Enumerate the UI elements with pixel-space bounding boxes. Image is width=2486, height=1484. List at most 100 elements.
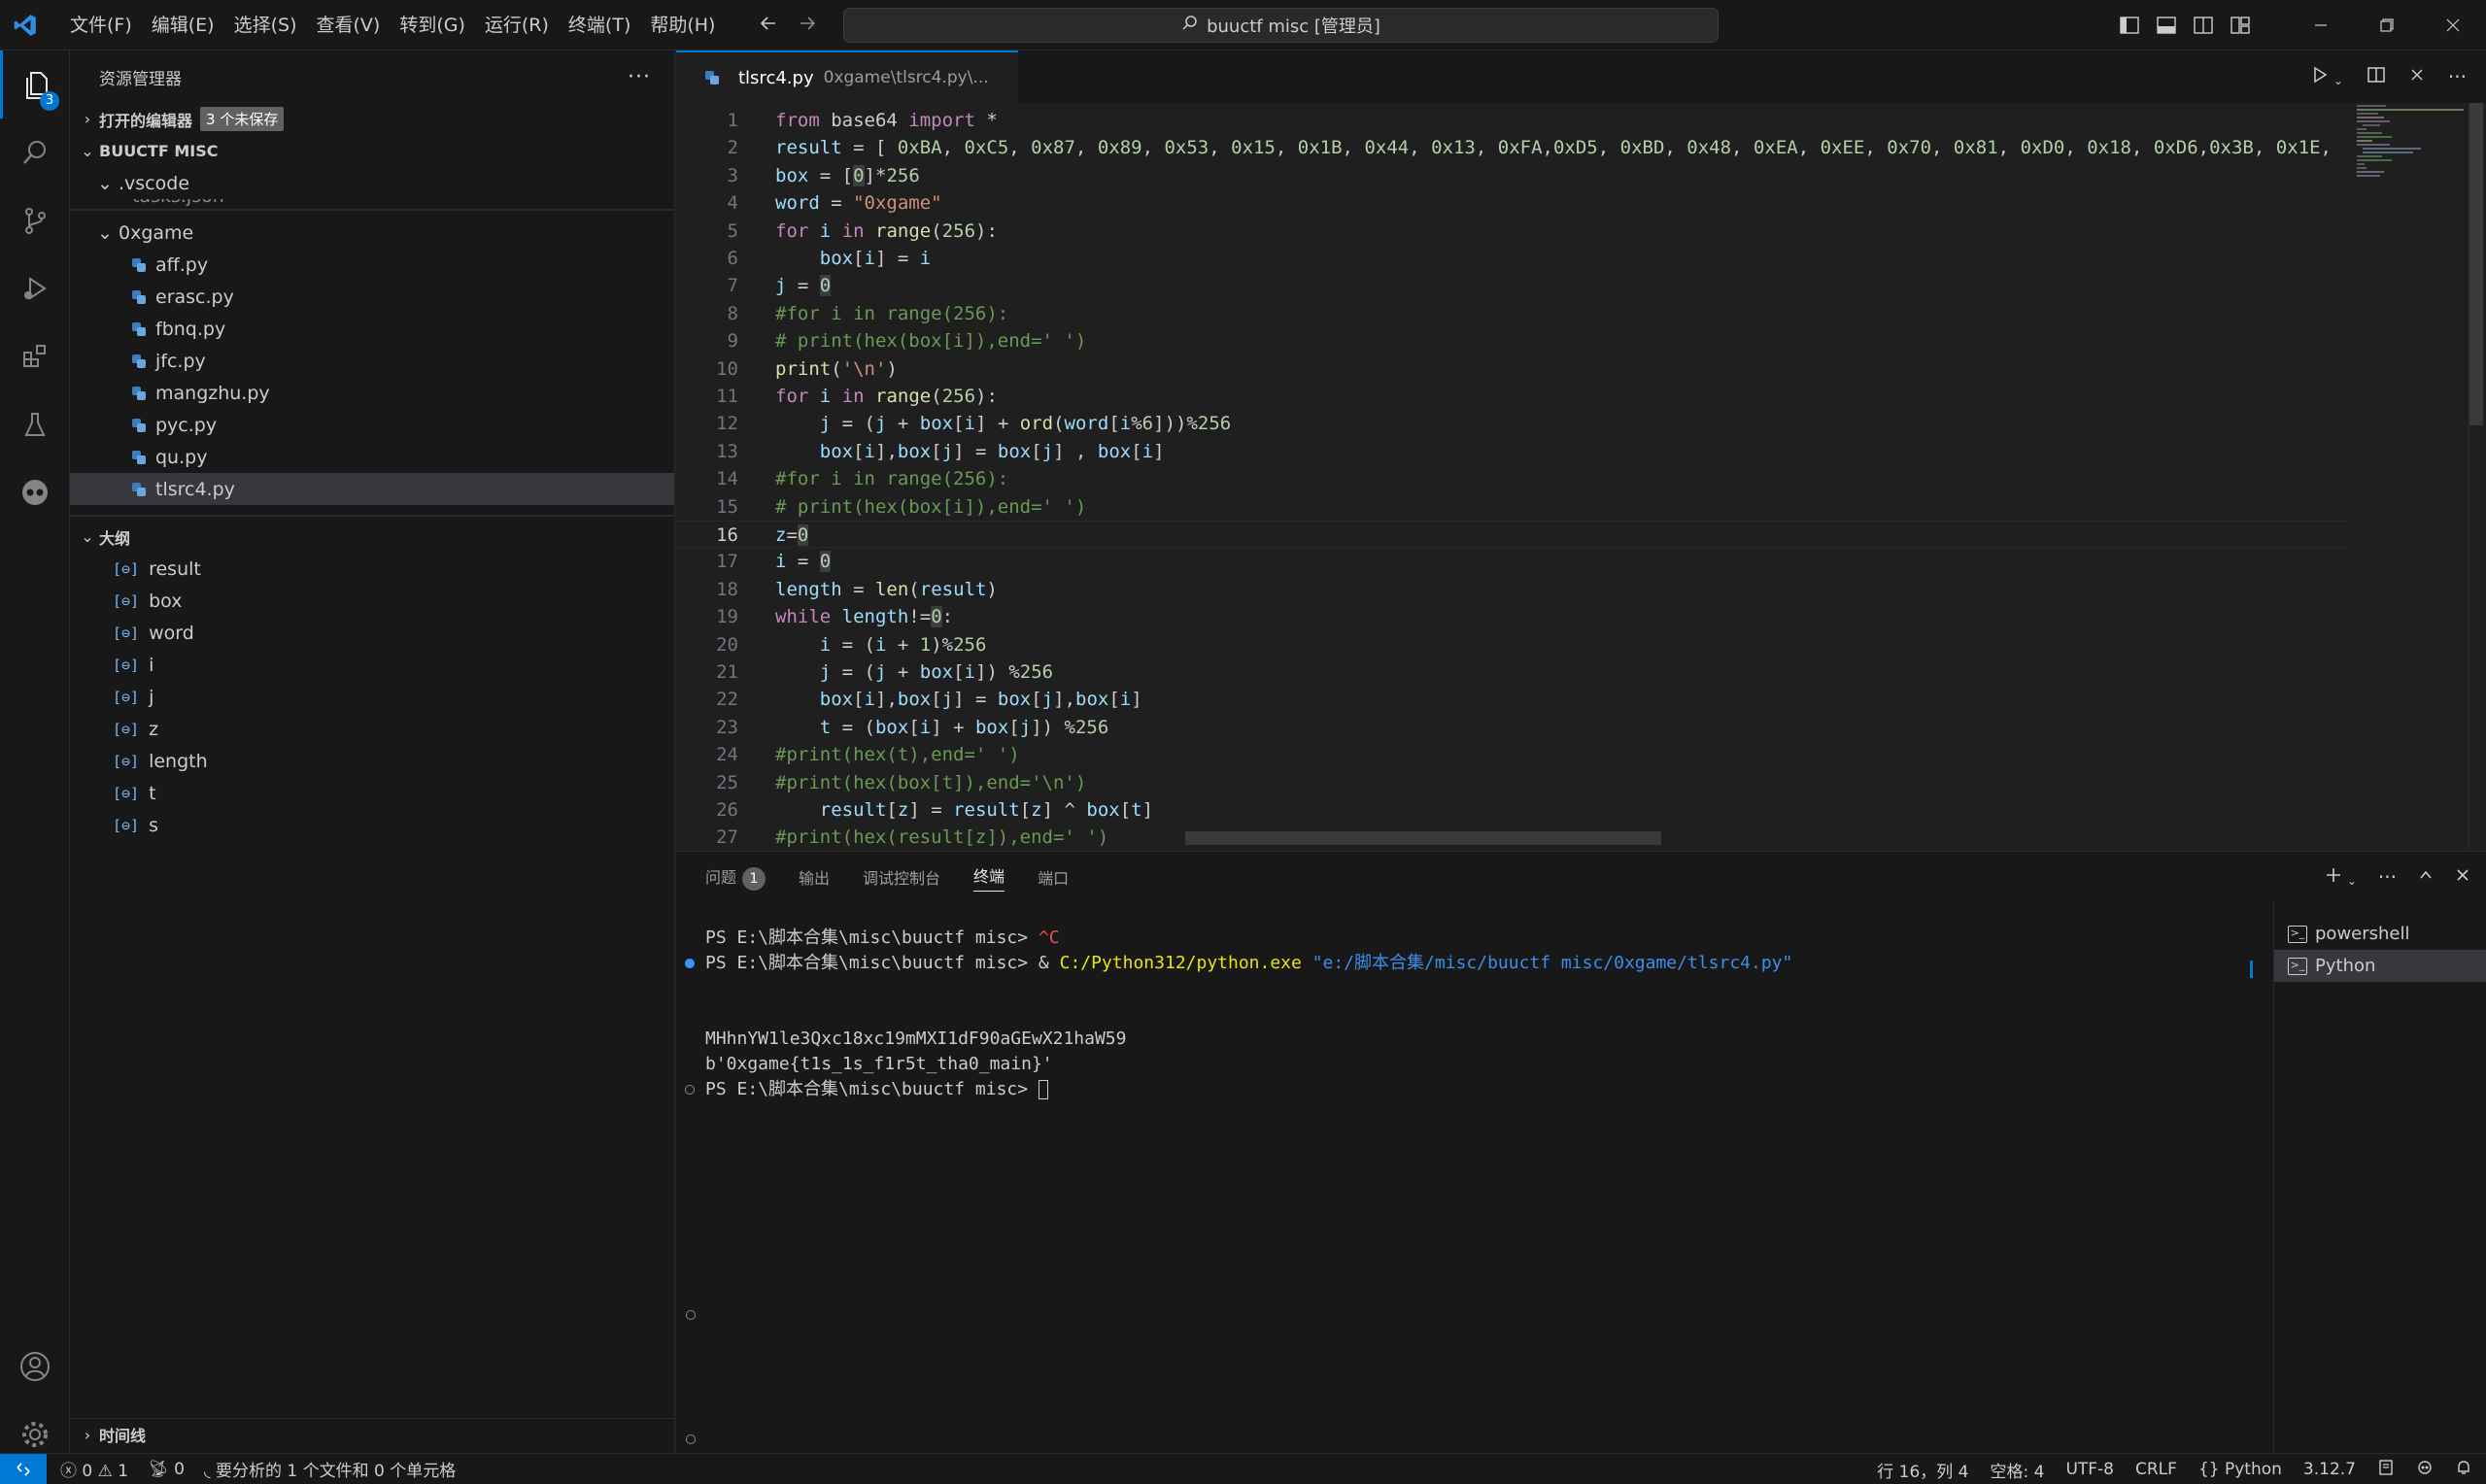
code-line[interactable]: 17 i = 0 [676, 548, 2347, 575]
panel-more-actions-icon[interactable]: ··· [2378, 865, 2397, 889]
code-line[interactable]: 9 # print(hex(box[i]),end=' ') [676, 327, 2347, 354]
analysis-status[interactable]: ◟ 要分析的 1 个文件和 0 个单元格 [204, 1457, 456, 1481]
notifications-bell-icon[interactable] [2455, 1459, 2472, 1481]
forward-arrow-icon[interactable] [797, 13, 818, 39]
code-line[interactable]: 26 result[z] = result[z] ^ box[t] [676, 796, 2347, 824]
code-line[interactable]: 6 box[i] = i [676, 245, 2347, 272]
menu-help[interactable]: 帮助(H) [640, 0, 725, 51]
close-panel-icon[interactable] [2455, 866, 2470, 888]
folder-0xgame[interactable]: ⌄ 0xgame [70, 217, 674, 249]
maximize-panel-icon[interactable] [2418, 866, 2434, 888]
tab-ports[interactable]: 端口 [1038, 865, 1069, 889]
line-endings[interactable]: CRLF [2135, 1460, 2177, 1479]
workspace-section[interactable]: ⌄ BUUCTF MISC [70, 135, 674, 167]
code-line[interactable]: 11 for i in range(256): [676, 383, 2347, 410]
github-copilot-icon[interactable] [0, 458, 70, 526]
editor-more-actions-icon[interactable]: ··· [2448, 65, 2467, 88]
copilot-status-icon[interactable] [2416, 1459, 2434, 1481]
tab-debug-console[interactable]: 调试控制台 [863, 865, 940, 889]
code-line[interactable]: 23 t = (box[i] + box[j]) %256 [676, 714, 2347, 741]
code-line[interactable]: 2 result = [ 0xBA, 0xC5, 0x87, 0x89, 0x53… [676, 134, 2347, 161]
terminal-item-python[interactable]: >_ Python [2274, 950, 2486, 982]
remote-indicator-icon[interactable] [0, 1453, 47, 1484]
ports-status[interactable]: 📡︎ 0 [148, 1460, 185, 1479]
command-pending-dot-icon[interactable] [685, 1085, 695, 1095]
open-editors-section[interactable]: › 打开的编辑器 3 个未保存 [70, 103, 674, 135]
python-interpreter[interactable]: 3.12.7 [2303, 1460, 2356, 1479]
account-icon[interactable] [0, 1332, 70, 1400]
encoding[interactable]: UTF-8 [2065, 1460, 2114, 1479]
toggle-secondary-sidebar-icon[interactable] [2185, 0, 2222, 51]
menu-terminal[interactable]: 终端(T) [559, 0, 640, 51]
folder-vscode[interactable]: ⌄ .vscode [70, 167, 674, 199]
tab-tlsrc4[interactable]: tlsrc4.py 0xgame\tlsrc4.py\... [676, 51, 1018, 103]
file-item[interactable]: qu.py [70, 441, 674, 473]
code-line[interactable]: 4 word = "0xgame" [676, 189, 2347, 217]
tab-terminal[interactable]: 终端 [973, 863, 1005, 892]
code-line[interactable]: 20 i = (i + 1)%256 [676, 631, 2347, 658]
close-window-icon[interactable] [2420, 0, 2486, 51]
split-editor-icon[interactable] [2367, 65, 2386, 89]
tasks-file-partial[interactable]: tasks.json [70, 199, 674, 211]
outline-item[interactable]: [⊖] j [70, 681, 674, 713]
restore-icon[interactable] [2354, 0, 2420, 51]
customize-layout-icon[interactable] [2222, 0, 2259, 51]
toggle-panel-icon[interactable] [2148, 0, 2185, 51]
code-line[interactable]: 19 while length!=0: [676, 603, 2347, 630]
menu-selection[interactable]: 选择(S) [224, 0, 307, 51]
toggle-primary-sidebar-icon[interactable] [2111, 0, 2148, 51]
menu-run[interactable]: 运行(R) [475, 0, 559, 51]
outline-item[interactable]: [⊖] i [70, 649, 674, 681]
code-line[interactable]: 12 j = (j + box[i] + ord(word[i%6]))%256 [676, 410, 2347, 437]
code-line[interactable]: 25 #print(hex(box[t]),end='\n') [676, 769, 2347, 796]
outline-item[interactable]: [⊖] result [70, 553, 674, 585]
back-arrow-icon[interactable] [758, 13, 779, 39]
language-mode[interactable]: {} Python [2198, 1460, 2282, 1479]
cursor-position[interactable]: 行 16，列 4 [1877, 1458, 1968, 1482]
code-line[interactable]: 22 box[i],box[j] = box[j],box[i] [676, 686, 2347, 713]
outline-section[interactable]: ⌄ 大纲 [70, 521, 674, 553]
code-line[interactable]: 13 box[i],box[j] = box[j] , box[i] [676, 438, 2347, 465]
file-item[interactable]: mangzhu.py [70, 377, 674, 409]
explorer-icon[interactable]: 3 [0, 51, 70, 118]
more-actions-icon[interactable]: ··· [628, 65, 651, 89]
menu-file[interactable]: 文件(F) [60, 0, 142, 51]
code-editor[interactable]: 1 from base64 import * 2 result = [ 0xBA, 0… [676, 103, 2486, 851]
outline-item[interactable]: [⊖] word [70, 617, 674, 649]
close-editor-icon[interactable] [2409, 66, 2425, 87]
file-item[interactable]: aff.py [70, 249, 674, 281]
code-line[interactable]: 21 j = (j + box[i]) %256 [676, 658, 2347, 686]
extensions-icon[interactable] [0, 322, 70, 390]
file-item[interactable]: tlsrc4.py [70, 473, 674, 505]
code-line[interactable]: 16 z=0 [676, 521, 2347, 548]
code-line[interactable]: 18 length = len(result) [676, 576, 2347, 603]
file-item[interactable]: pyc.py [70, 409, 674, 441]
scrollbar-thumb[interactable] [2469, 103, 2483, 425]
code-line[interactable]: 14 #for i in range(256): [676, 465, 2347, 492]
menu-view[interactable]: 查看(V) [307, 0, 391, 51]
tab-problems[interactable]: 问题 1 [705, 864, 766, 891]
new-terminal-icon[interactable]: ⌄ [2324, 865, 2357, 890]
source-control-icon[interactable] [0, 186, 70, 254]
command-center[interactable]: buuctf misc [管理员] [843, 8, 1719, 43]
minimap[interactable] [2355, 103, 2471, 851]
code-line[interactable]: 5 for i in range(256): [676, 218, 2347, 245]
code-line[interactable]: 15 # print(hex(box[i]),end=' ') [676, 493, 2347, 521]
run-debug-icon[interactable] [0, 254, 70, 322]
tab-output[interactable]: 输出 [799, 865, 830, 889]
timeline-section[interactable]: › 时间线 [70, 1418, 674, 1450]
code-line[interactable]: 24 #print(hex(t),end=' ') [676, 741, 2347, 768]
menu-edit[interactable]: 编辑(E) [142, 0, 224, 51]
menu-go[interactable]: 转到(G) [390, 0, 475, 51]
command-success-dot-icon[interactable] [685, 959, 695, 968]
notebook-icon[interactable] [2377, 1459, 2395, 1481]
outline-item[interactable]: [⊖] s [70, 809, 674, 841]
code-line[interactable]: 3 box = [0]*256 [676, 162, 2347, 189]
editor-horizontal-scrollbar[interactable] [1185, 831, 1661, 845]
minimize-icon[interactable] [2288, 0, 2354, 51]
terminal-item-powershell[interactable]: >_ powershell [2274, 918, 2486, 950]
file-item[interactable]: fbnq.py [70, 313, 674, 345]
search-view-icon[interactable] [0, 118, 70, 186]
indentation[interactable]: 空格: 4 [1990, 1458, 2044, 1482]
code-line[interactable]: 8 #for i in range(256): [676, 300, 2347, 327]
